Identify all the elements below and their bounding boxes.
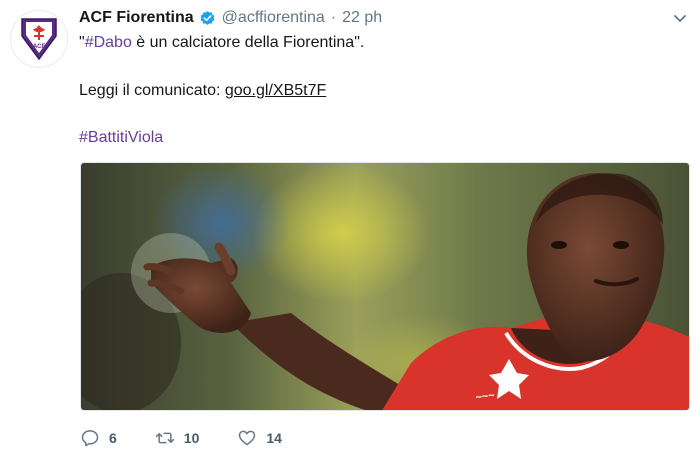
separator-dot: ·: [330, 9, 337, 26]
read-label: Leggi il comunicato:: [79, 82, 225, 99]
reply-button[interactable]: 6: [80, 428, 117, 448]
like-count: 14: [266, 430, 282, 446]
hashtag-dabo[interactable]: #Dabo: [85, 34, 132, 51]
player-photo: ~~~: [81, 163, 689, 410]
reply-count: 6: [109, 430, 117, 446]
tweet-photo[interactable]: ~~~: [80, 162, 690, 411]
retweet-button[interactable]: 10: [155, 428, 200, 448]
author-name[interactable]: ACF Fiorentina: [79, 9, 194, 27]
like-button[interactable]: 14: [237, 428, 282, 448]
tweet-line-quote: "#Dabo è un calciatore della Fiorentina"…: [79, 33, 364, 52]
tweet-line-hashtag: #BattitiViola: [79, 128, 163, 147]
fiorentina-crest-logo: ACF: [21, 18, 57, 61]
heart-icon: [239, 430, 256, 446]
tweet-header: ACF Fiorentina @acffiorentina · 22 ph: [79, 6, 690, 30]
verified-badge-icon: [200, 10, 215, 25]
retweet-count: 10: [183, 430, 200, 446]
chevron-down-icon[interactable]: [672, 10, 688, 26]
tweet-quote-text: è un calciatore della Fiorentina".: [131, 34, 365, 51]
avatar-logo-text: ACF: [33, 44, 46, 50]
avatar[interactable]: ACF: [10, 10, 68, 68]
author-handle[interactable]: @acffiorentina: [222, 9, 325, 27]
reply-icon: [81, 430, 99, 447]
tweet-timestamp[interactable]: 22 ph: [342, 9, 382, 27]
retweet-icon: [155, 432, 174, 444]
tweet-link[interactable]: goo.gl/XB5t7F: [225, 82, 326, 99]
hashtag-battitiviola[interactable]: #BattitiViola: [79, 129, 163, 146]
tweet-actions: 6 10 14: [80, 426, 320, 450]
tweet-line-link: Leggi il comunicato: goo.gl/XB5t7F: [79, 81, 326, 100]
